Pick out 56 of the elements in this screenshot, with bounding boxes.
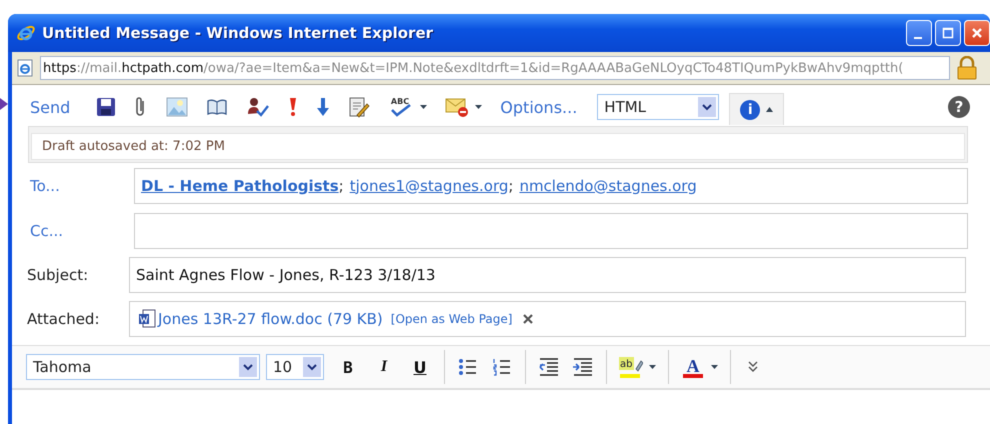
email-link[interactable]: nmclendo@stagnes.org: [519, 176, 697, 194]
close-button[interactable]: [964, 20, 990, 46]
size-dropdown[interactable]: 10: [266, 354, 324, 380]
send-button[interactable]: Send: [30, 98, 70, 116]
distribution-list-link[interactable]: DL - Heme Pathologists: [141, 176, 339, 194]
window-title: Untitled Message - Windows Internet Explorer: [42, 24, 434, 42]
subject-field[interactable]: Saint Agnes Flow - Jones, R-123 3/18/13: [129, 257, 966, 293]
bold-button[interactable]: B: [336, 358, 360, 376]
envelope-icon[interactable]: [445, 96, 470, 118]
maximize-icon: [942, 27, 954, 39]
dropdown-caret-icon[interactable]: [649, 364, 656, 370]
format-dropdown[interactable]: HTML: [597, 94, 720, 120]
to-button[interactable]: To...: [30, 176, 134, 194]
word-document-icon[interactable]: [138, 309, 156, 329]
help-button[interactable]: ?: [948, 96, 970, 118]
subject-text: Saint Agnes Flow - Jones, R-123 3/18/13: [136, 266, 436, 284]
padlock-icon: [956, 56, 978, 80]
separator-text: ;: [338, 176, 344, 194]
separator-text: ;: [508, 176, 514, 194]
numbered-list-icon[interactable]: [491, 356, 513, 378]
dropdown-caret-icon[interactable]: [475, 104, 482, 110]
person-check-icon[interactable]: [246, 96, 270, 118]
attached-label: Attached:: [27, 310, 101, 328]
remove-icon[interactable]: [522, 313, 534, 325]
page-icon: [16, 59, 34, 77]
cc-button[interactable]: Cc...: [30, 222, 134, 240]
info-tab[interactable]: i: [729, 93, 784, 125]
options-button[interactable]: Options...: [500, 98, 578, 116]
minimize-icon: [914, 37, 922, 39]
open-as-web-page-link[interactable]: [Open as Web Page]: [390, 312, 512, 326]
document-pen-icon[interactable]: [348, 96, 370, 118]
exclamation-icon[interactable]: [288, 96, 298, 118]
cc-field[interactable]: [134, 212, 968, 248]
save-icon[interactable]: [96, 97, 116, 117]
autosave-notice: Draft autosaved at: 7:02 PM: [31, 133, 965, 160]
increase-indent-icon[interactable]: [572, 356, 594, 378]
browser-logo-icon: [16, 23, 36, 43]
font-dropdown[interactable]: Tahoma: [26, 354, 260, 380]
attachment-link[interactable]: Jones 13R-27 flow.doc (79 KB): [158, 310, 383, 328]
close-icon: [971, 27, 983, 39]
maximize-button[interactable]: [935, 20, 961, 46]
dropdown-caret-icon[interactable]: [420, 104, 428, 110]
down-arrow-icon[interactable]: [316, 96, 330, 118]
decrease-indent-icon[interactable]: [538, 356, 560, 378]
open-book-icon[interactable]: [206, 98, 228, 116]
subject-label: Subject:: [27, 266, 90, 284]
underline-button[interactable]: U: [408, 358, 432, 376]
to-field[interactable]: DL - Heme Pathologists; tjones1@stagnes.org; nmclendo@stagnes.org: [134, 168, 968, 204]
address-bar[interactable]: https://mail.hctpath.com/owa/?ae=Item&a=New&t=IPM.Note&exdltdrft=1&id=RgAAAABaGeNLOyqCTo48TIQumPykBwAhv9mqptth(: [12, 52, 990, 85]
bullet-list-icon[interactable]: [457, 356, 479, 378]
italic-button[interactable]: I: [372, 358, 396, 376]
minimize-button[interactable]: [906, 20, 932, 46]
dropdown-caret-icon[interactable]: [766, 107, 774, 112]
dropdown-caret-icon[interactable]: [711, 364, 718, 370]
email-link[interactable]: tjones1@stagnes.org: [350, 176, 508, 194]
url-text: https://mail.hctpath.com/owa/?ae=Item&a=New&t=IPM.Note&exdltdrft=1&id=RgAAAABaGeNLOyqCTo48TIQumPykBwAhv9mqptth(: [40, 56, 950, 80]
